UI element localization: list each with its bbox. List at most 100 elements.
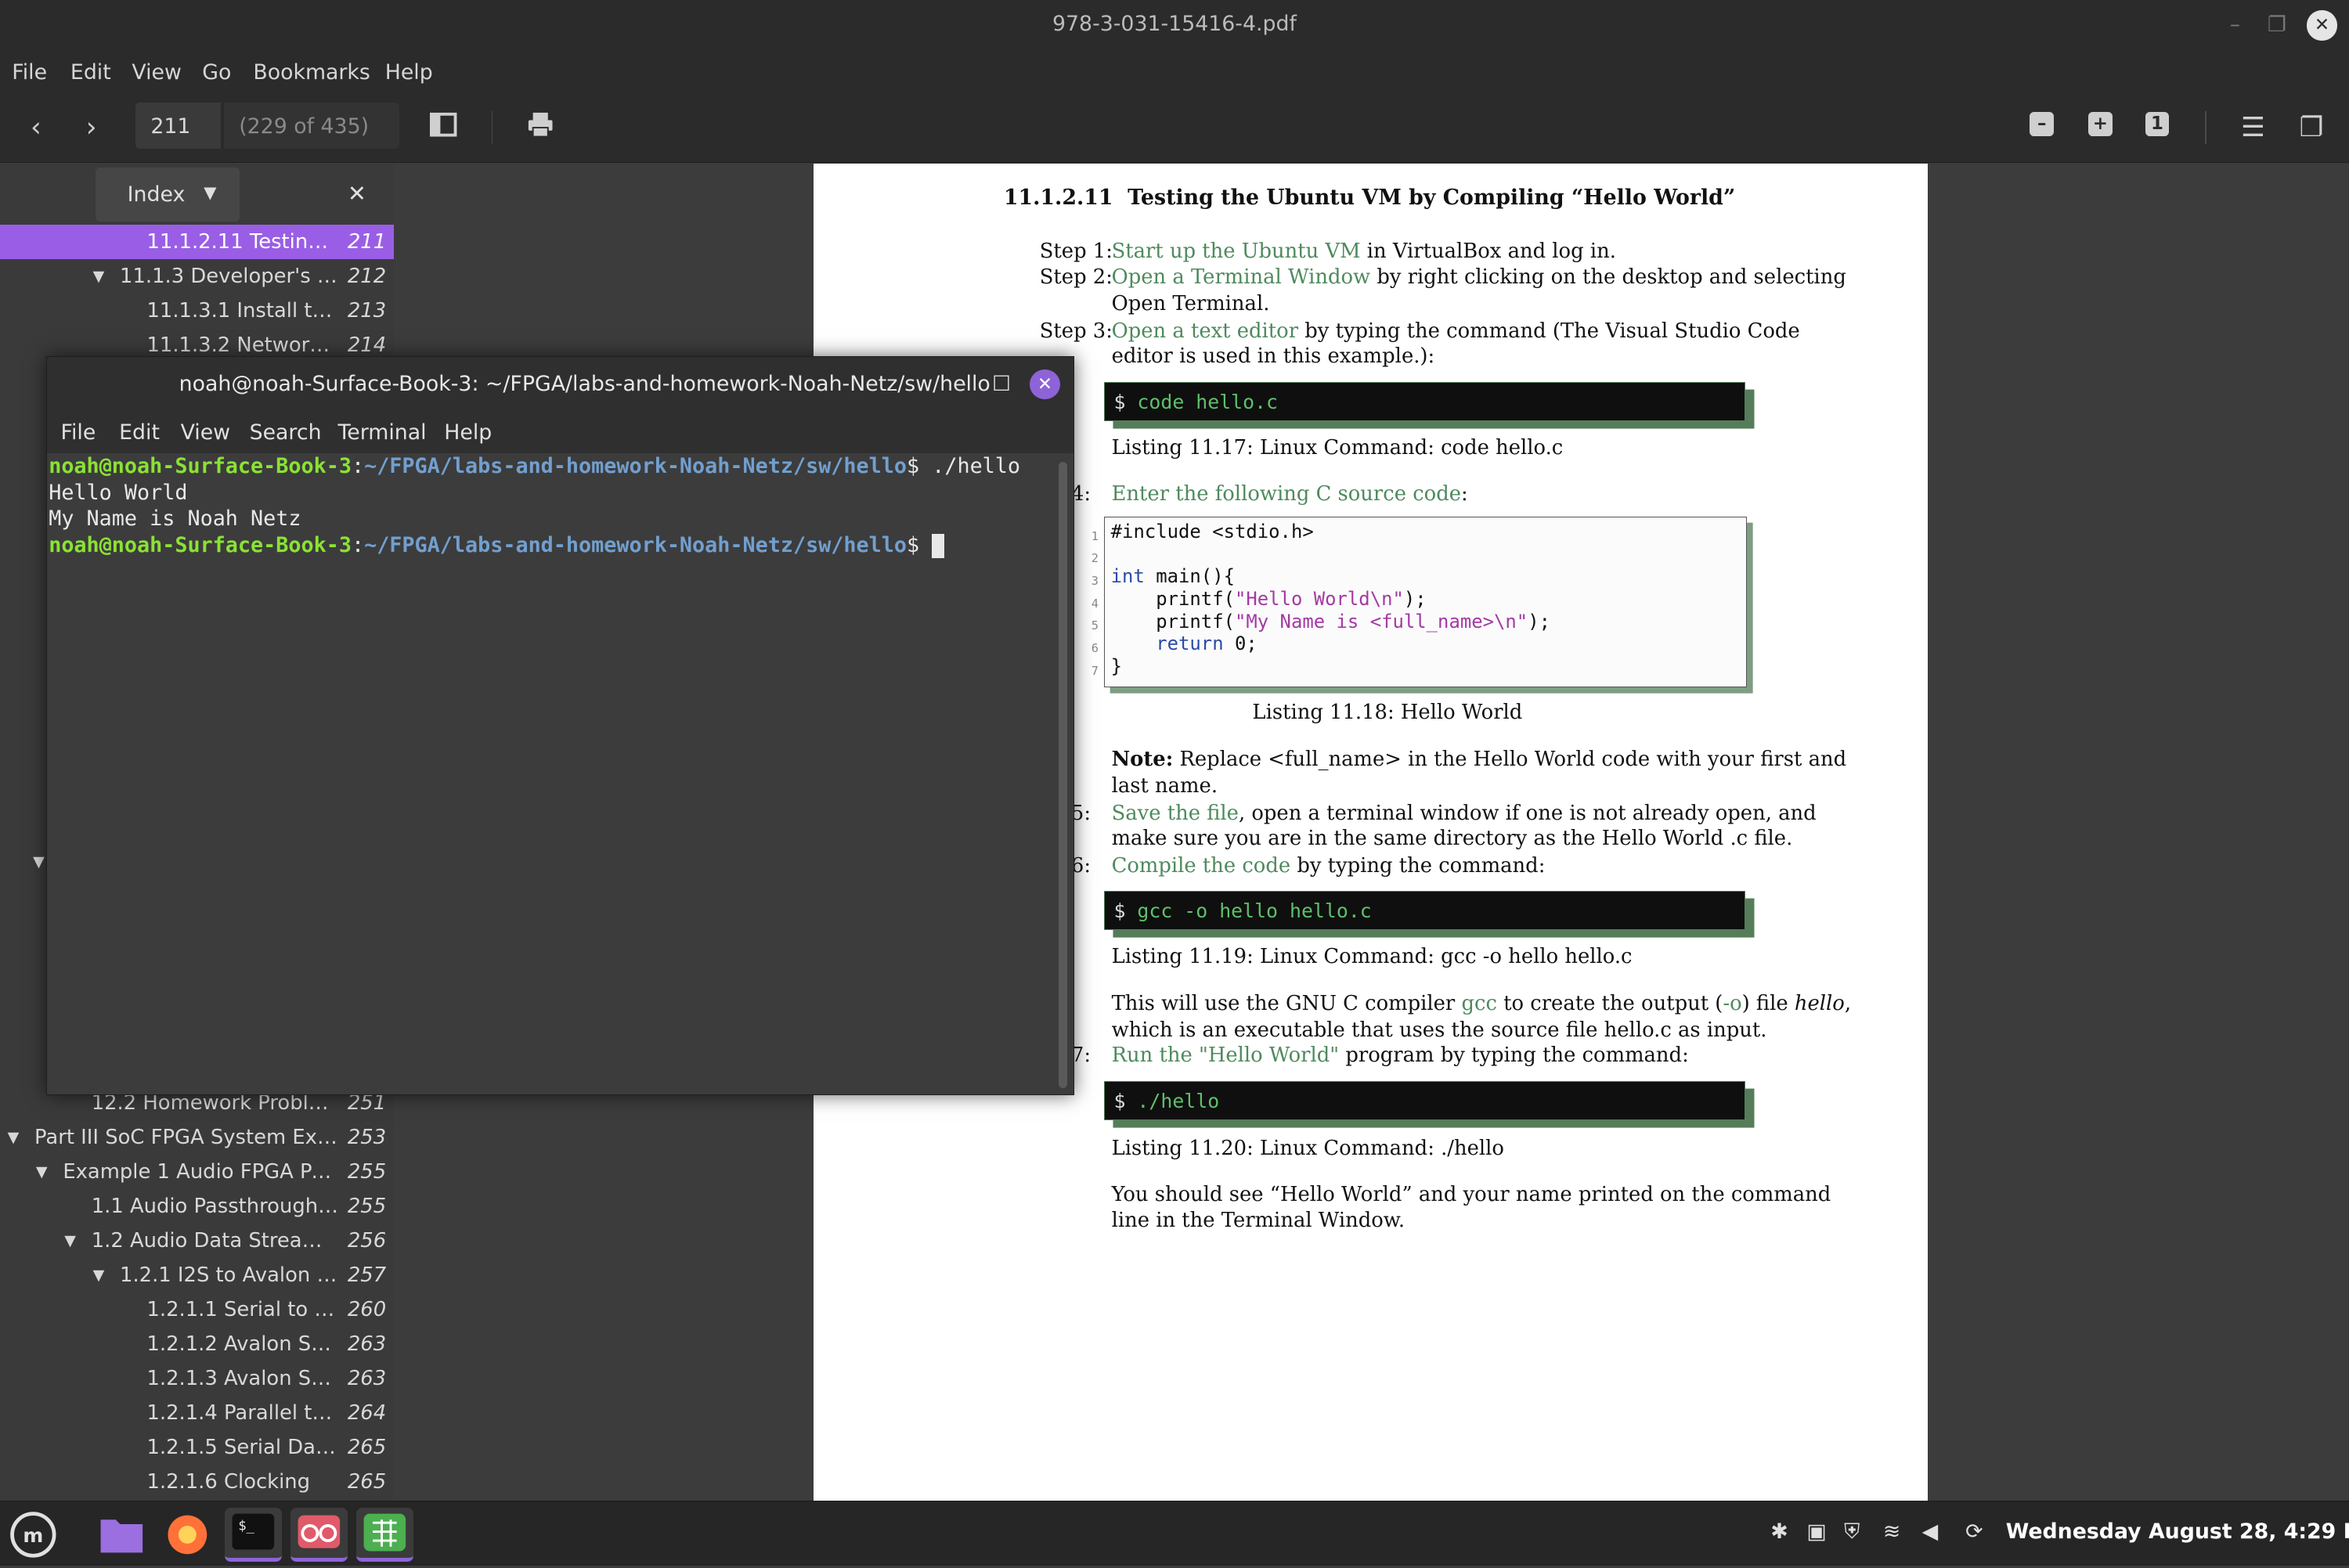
- terminal-maximize-button[interactable]: ☐: [987, 369, 1016, 399]
- terminal-titlebar[interactable]: noah@noah-Surface-Book-3: ~/FPGA/labs-an…: [47, 357, 1073, 412]
- terminal-menu-view[interactable]: View: [181, 420, 231, 445]
- fit-width-icon[interactable]: ☰: [2238, 111, 2268, 144]
- menu-go[interactable]: Go: [202, 60, 231, 85]
- prompt-colon: :: [351, 453, 365, 478]
- terminal-close-button[interactable]: ✕: [1030, 369, 1060, 399]
- next-page-icon[interactable]: ›: [77, 111, 106, 144]
- toc-item[interactable]: 1.2.1.1 Serial to P... 260: [0, 1292, 394, 1327]
- listing-caption: Listing 11.19: Linux Command: gcc -o hel…: [1111, 945, 1633, 969]
- step-2: Step 2:: [1040, 265, 1113, 289]
- command-box: $ ./hello: [1104, 1081, 1745, 1121]
- dual-page-icon[interactable]: ❐: [2297, 111, 2326, 144]
- files-icon[interactable]: [93, 1508, 150, 1562]
- previous-page-icon[interactable]: ‹: [21, 111, 51, 144]
- code-token: );: [1403, 587, 1427, 610]
- toc-item-page: 256: [347, 1229, 387, 1253]
- expand-triangle-icon[interactable]: ▼: [33, 845, 45, 879]
- terminal-menu-help[interactable]: Help: [444, 420, 492, 445]
- toc-item[interactable]: 1.2.1.2 Avalon Str... 263: [0, 1327, 394, 1361]
- expand-triangle-icon[interactable]: ▼: [93, 259, 105, 294]
- expand-triangle-icon[interactable]: ▼: [36, 1155, 48, 1189]
- zoom-in-icon[interactable]: +: [2088, 112, 2113, 137]
- minimize-button[interactable]: –: [2220, 10, 2250, 40]
- terminal-minimize-button[interactable]: –: [946, 369, 976, 399]
- bluetooth-icon[interactable]: ✱: [1770, 1519, 1788, 1544]
- print-icon[interactable]: [525, 111, 557, 144]
- toc-item[interactable]: 1.2.1.6 Clocking 265: [0, 1465, 394, 1499]
- menu-help[interactable]: Help: [385, 60, 433, 85]
- svg-text:m: m: [23, 1524, 43, 1547]
- toc-item[interactable]: ▼ 11.1.3 Developer's B... 212: [0, 259, 394, 294]
- toc-item-label: 11.1.2.11 Testing ...: [146, 229, 339, 254]
- para-link[interactable]: gcc: [1461, 992, 1496, 1015]
- original-size-icon[interactable]: 1: [2145, 112, 2170, 137]
- toc-item[interactable]: ▼ 1.2 Audio Data Streaming 256: [0, 1224, 394, 1258]
- toc-item-label: 1.2.1.5 Serial Dat...: [146, 1436, 339, 1460]
- step-link[interactable]: Enter the following C source code: [1112, 482, 1461, 506]
- toc-item-page: 263: [347, 1367, 387, 1391]
- expand-triangle-icon[interactable]: ▼: [8, 1120, 20, 1155]
- terminal-menu-file[interactable]: File: [61, 420, 96, 445]
- terminal-menu-edit[interactable]: Edit: [119, 420, 160, 445]
- step-link[interactable]: Run the "Hello World": [1112, 1044, 1340, 1067]
- toc-item[interactable]: 11.1.2.11 Testing ... 211: [0, 224, 395, 259]
- terminal-output[interactable]: noah@noah-Surface-Book-3:~/FPGA/labs-and…: [47, 452, 1054, 1094]
- code-token: printf(: [1110, 587, 1235, 610]
- para-link[interactable]: -o: [1723, 992, 1741, 1015]
- close-window-button[interactable]: ✕: [2307, 10, 2337, 41]
- step-link[interactable]: Start up the Ubuntu VM: [1112, 240, 1361, 263]
- code-token: #include: [1110, 520, 1213, 542]
- toc-item[interactable]: 1.2.1.5 Serial Dat... 265: [0, 1430, 394, 1465]
- menu-view[interactable]: View: [132, 60, 182, 85]
- toc-item[interactable]: ▼ Part III SoC FPGA System Exa... 253: [0, 1120, 394, 1155]
- page-number-input[interactable]: 211: [135, 102, 222, 150]
- step-1-text: Start up the Ubuntu VM in VirtualBox and…: [1112, 240, 1616, 263]
- toc-item[interactable]: 1.1 Audio Passthrough ... 255: [0, 1189, 394, 1224]
- page-count-label: (229 of 435): [223, 102, 400, 150]
- toc-item-label: Example 1 Audio FPGA Pa...: [63, 1160, 339, 1184]
- clock[interactable]: Wednesday August 28, 4:29 PM: [2006, 1519, 2349, 1544]
- code-token: );: [1528, 610, 1550, 633]
- step-link[interactable]: Open a text editor: [1112, 319, 1298, 343]
- toc-item[interactable]: 1.2.1.3 Avalon Str... 263: [0, 1361, 394, 1396]
- terminal-icon[interactable]: $_: [224, 1507, 282, 1562]
- volume-icon[interactable]: ◀: [1922, 1519, 1939, 1544]
- command-text: ./hello: [1137, 1090, 1220, 1113]
- firefox-icon[interactable]: [159, 1508, 216, 1562]
- reader-icon[interactable]: [290, 1507, 348, 1562]
- note-label: Note:: [1111, 747, 1174, 771]
- update-icon[interactable]: ⟳: [1965, 1519, 1983, 1544]
- toc-item[interactable]: ▼ 1.2.1 I2S to Avalon S... 257: [0, 1258, 394, 1292]
- code-keyword: return: [1110, 633, 1224, 655]
- step-link[interactable]: Compile the code: [1112, 854, 1291, 878]
- terminal-window[interactable]: noah@noah-Surface-Book-3: ~/FPGA/labs-an…: [46, 356, 1074, 1095]
- maximize-button[interactable]: ❐: [2262, 10, 2292, 40]
- expand-triangle-icon[interactable]: ▼: [64, 1224, 76, 1258]
- terminal-menu-terminal[interactable]: Terminal: [337, 420, 426, 445]
- toc-item-page: 213: [347, 298, 387, 323]
- sidebar-toggle-icon[interactable]: [427, 111, 460, 144]
- menubar: File Edit View Go Bookmarks Help: [0, 51, 2349, 93]
- menu-edit[interactable]: Edit: [70, 60, 111, 85]
- terminal-menu-search[interactable]: Search: [250, 420, 322, 445]
- clipboard-icon[interactable]: ▣: [1806, 1519, 1826, 1544]
- spreadsheet-icon[interactable]: [356, 1507, 414, 1562]
- step-link[interactable]: Save the file: [1112, 802, 1239, 825]
- shield-icon[interactable]: ⛨: [1844, 1519, 1860, 1545]
- mint-menu-icon[interactable]: m: [5, 1508, 62, 1562]
- expand-triangle-icon[interactable]: ▼: [93, 1258, 105, 1292]
- close-sidebar-icon[interactable]: ✕: [348, 180, 366, 207]
- svg-text:$_: $_: [238, 1518, 254, 1534]
- index-dropdown[interactable]: Index ▼: [96, 168, 240, 222]
- step-link[interactable]: Open a Terminal Window: [1112, 265, 1371, 289]
- menu-file[interactable]: File: [12, 60, 47, 85]
- terminal-line: Hello World: [49, 481, 188, 506]
- menu-bookmarks[interactable]: Bookmarks: [253, 60, 370, 85]
- toc-item[interactable]: ▼ Example 1 Audio FPGA Pa... 255: [0, 1155, 394, 1189]
- toc-item[interactable]: 11.1.3.1 Install th... 213: [0, 294, 394, 328]
- step-text: make sure you are in the same directory …: [1111, 827, 1793, 851]
- terminal-scrollbar[interactable]: [1058, 462, 1068, 1088]
- zoom-out-icon[interactable]: –: [2030, 112, 2054, 137]
- wifi-icon[interactable]: ≋: [1883, 1519, 1900, 1544]
- toc-item[interactable]: 1.2.1.4 Parallel to... 264: [0, 1396, 394, 1430]
